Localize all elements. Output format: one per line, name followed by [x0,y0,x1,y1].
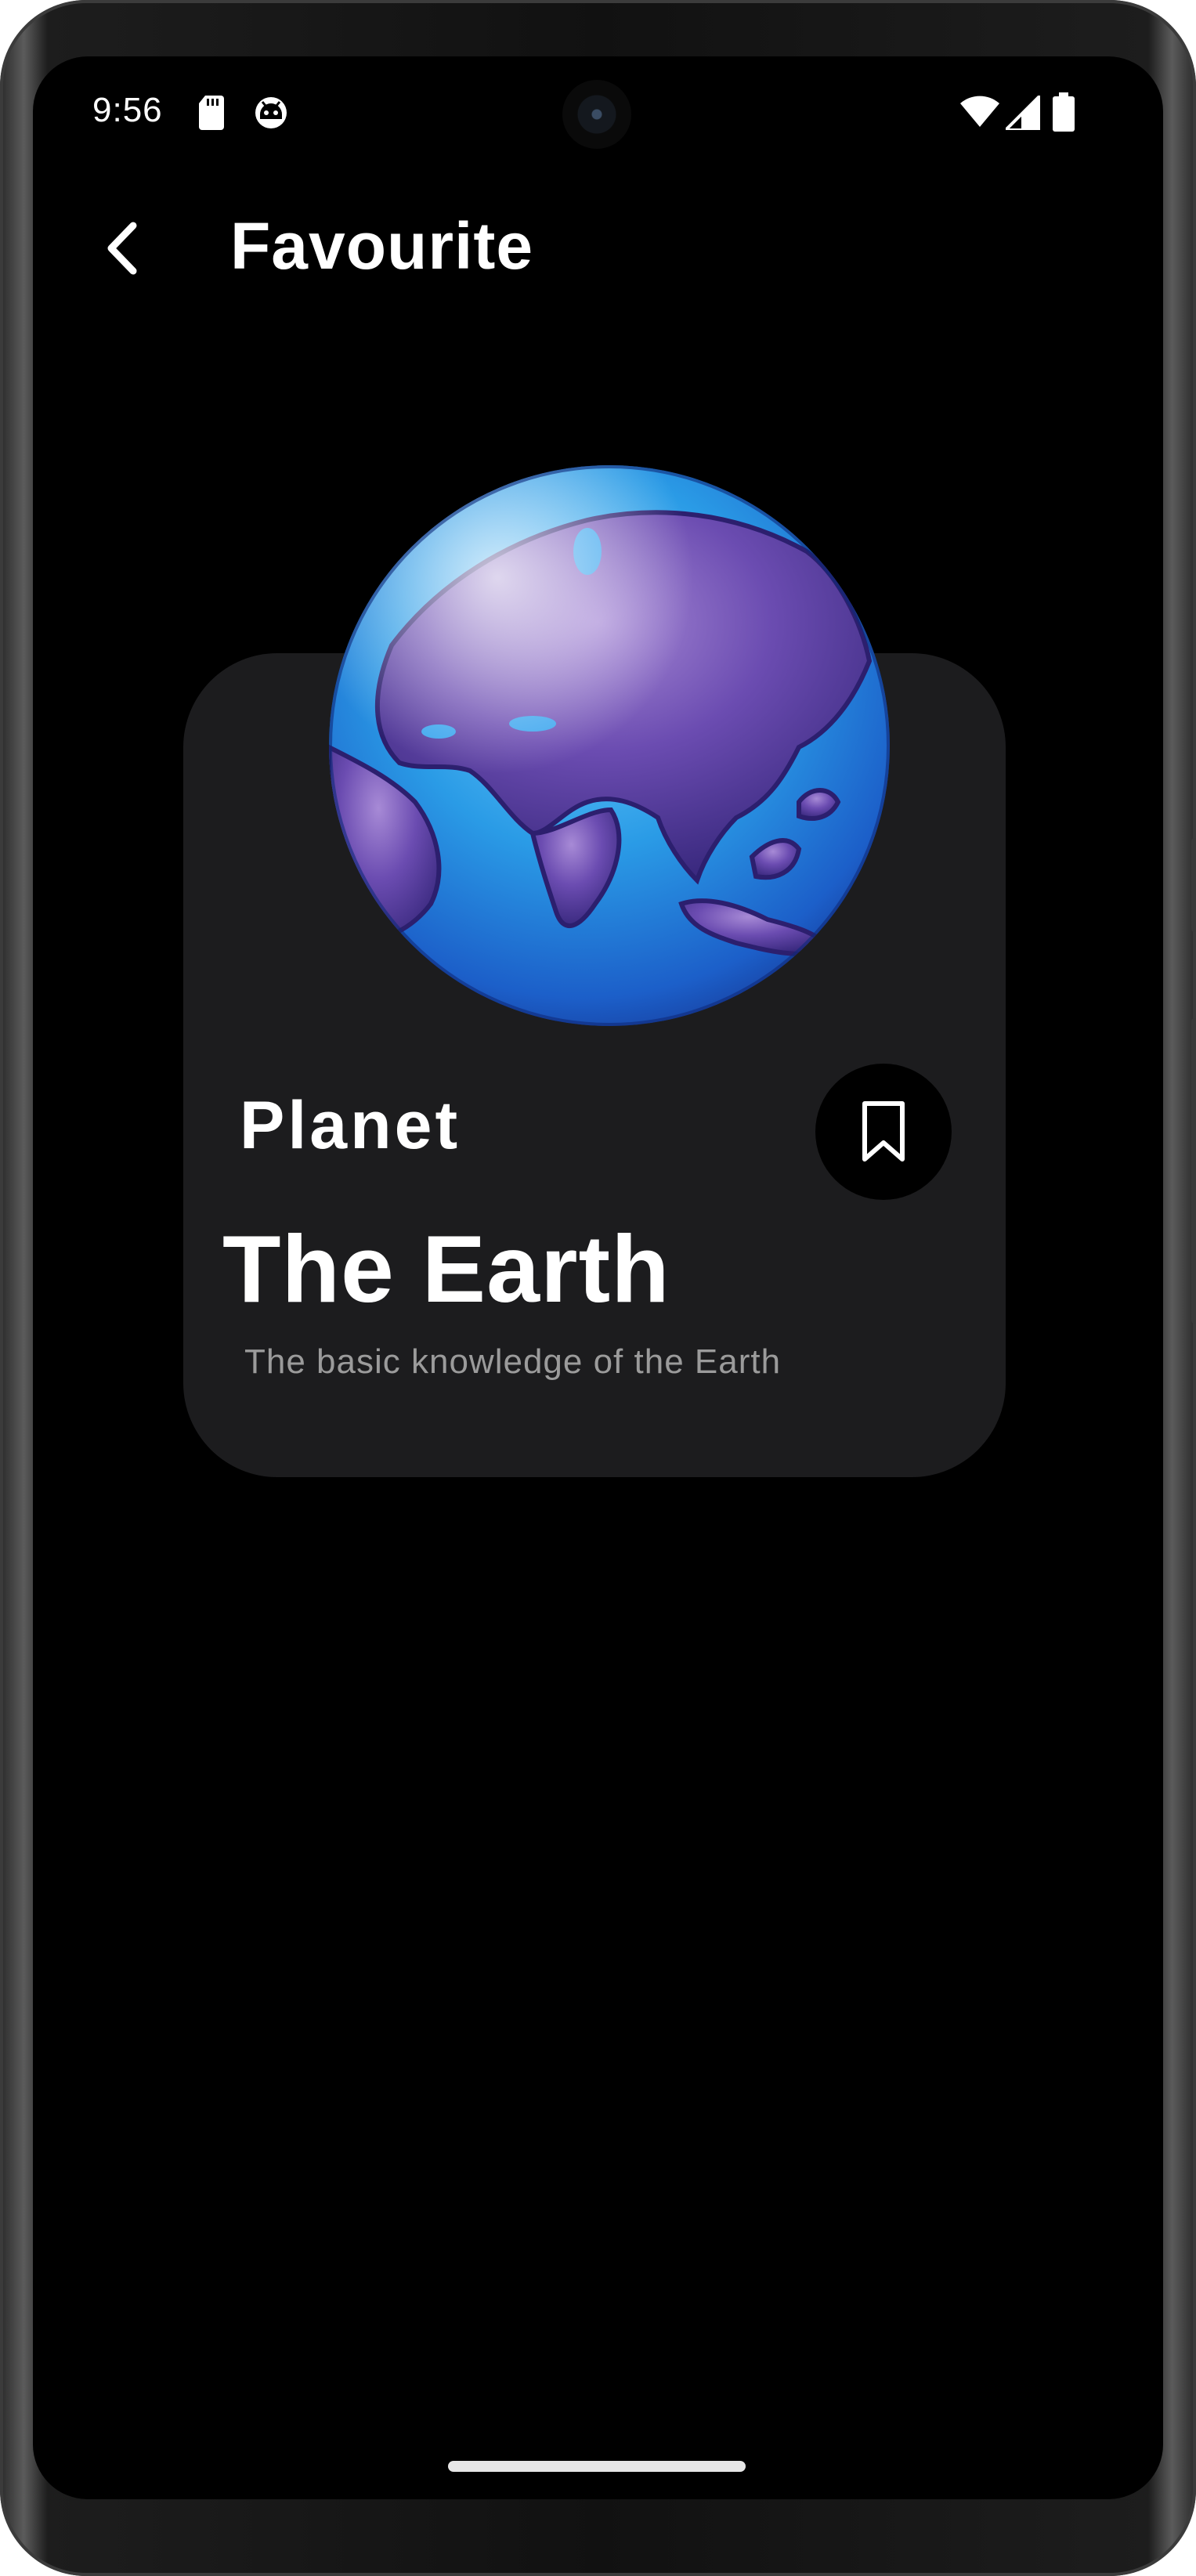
bookmark-button[interactable] [815,1064,952,1200]
back-button[interactable] [88,213,158,284]
card-category: Planet [240,1088,461,1163]
wifi-icon [960,96,999,127]
home-indicator[interactable] [448,2461,746,2472]
status-time: 9:56 [92,91,163,129]
sd-card-icon [199,96,224,130]
volume-button [1191,1018,1196,1324]
card-description: The basic knowledge of the Earth [244,1342,782,1381]
power-button [1191,838,1196,932]
front-camera [562,80,631,149]
android-debug-icon [255,97,287,128]
cell-signal-icon [1006,96,1040,130]
phone-frame: 9:56 Favourite Planet The Earth The basi… [0,0,1196,2576]
battery-icon [1053,92,1075,132]
page-title: Favourite [230,209,534,283]
bookmark-outline-icon [862,1101,905,1162]
screen: 9:56 Favourite Planet The Earth The basi… [33,56,1163,2499]
chevron-left-icon [107,222,137,275]
card-title: The Earth [222,1216,670,1322]
earth-globe-image [329,465,890,1026]
